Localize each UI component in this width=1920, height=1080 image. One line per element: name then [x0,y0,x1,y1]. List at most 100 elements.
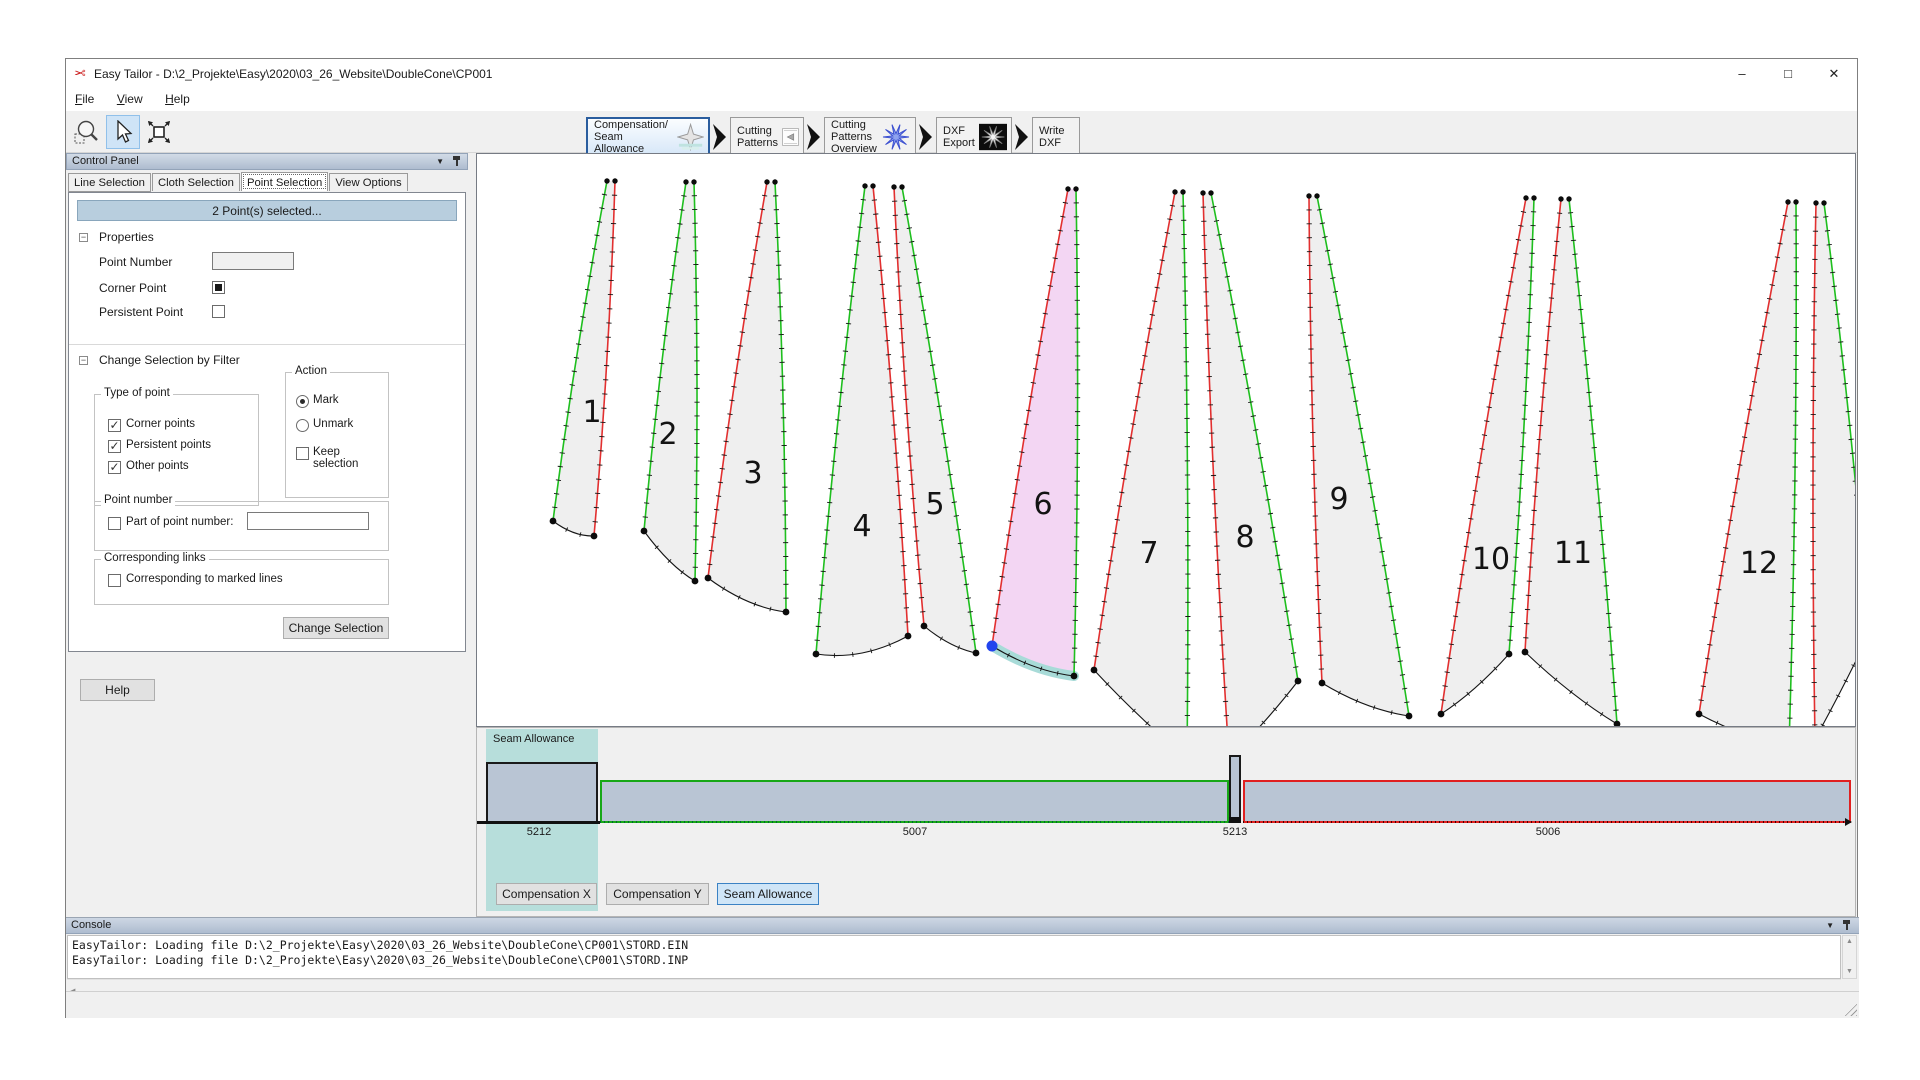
point-marker[interactable] [1306,193,1311,198]
point-marker[interactable] [921,623,928,630]
point-marker[interactable] [1566,196,1571,201]
piece-body[interactable] [644,182,697,581]
point-marker[interactable] [1438,711,1445,718]
fit-view-tool-button[interactable] [142,115,176,149]
point-marker[interactable] [1793,199,1798,204]
console-log[interactable]: EasyTailor: Loading file D:\2_Projekte\E… [67,935,1841,979]
point-marker[interactable] [1506,651,1513,658]
pattern-piece-3[interactable]: 3 [705,179,790,615]
point-marker[interactable] [1813,200,1818,205]
point-marker[interactable] [783,609,790,616]
keep-selection-checkbox[interactable] [296,447,309,460]
point-marker[interactable] [1073,186,1078,191]
seam-bar-5213[interactable] [1229,755,1241,823]
pattern-piece-2[interactable]: 2 [641,179,700,584]
point-marker[interactable] [705,575,712,582]
control-panel-header[interactable]: Control Panel ▼ [66,153,468,170]
pin-icon[interactable] [1842,920,1851,931]
tab-compensation-y[interactable]: Compensation Y [606,883,709,905]
pattern-piece-11[interactable]: 11 [1522,196,1621,726]
tab-point-selection[interactable]: Point Selection [241,172,328,191]
point-marker[interactable] [1295,678,1302,685]
console-header[interactable]: Console ▼ [66,918,1859,934]
point-marker[interactable] [1172,189,1177,194]
scroll-up-icon[interactable]: ▲ [1843,936,1856,948]
point-marker[interactable] [1065,186,1070,191]
corresponding-to-marked-lines-checkbox[interactable] [108,574,121,587]
seam-bar-5006[interactable] [1243,780,1851,823]
tab-compensation-x[interactable]: Compensation X [496,883,597,905]
chevron-down-icon[interactable]: ▼ [1826,921,1834,931]
tab-seam-allowance[interactable]: Seam Allowance [717,883,819,905]
corner-points-checkbox[interactable] [108,419,121,432]
point-marker[interactable] [1696,711,1703,718]
point-marker[interactable] [1406,713,1413,720]
point-marker[interactable] [891,184,896,189]
point-marker[interactable] [612,178,617,183]
workflow-step-write-dxf[interactable]: Write DXF [1032,117,1080,157]
menu-help[interactable]: Help [156,89,199,106]
point-marker[interactable] [1319,680,1326,687]
unmark-radio[interactable] [296,419,309,432]
point-marker[interactable] [764,179,769,184]
menu-view[interactable]: View [108,89,152,106]
pattern-piece-12[interactable]: 12 [1696,199,1799,726]
piece-body[interactable] [1525,199,1617,724]
workflow-step-compensation[interactable]: Compensation/ Seam Allowance [586,117,710,157]
tab-view-options[interactable]: View Options [329,173,407,191]
point-marker[interactable] [973,650,980,657]
point-marker[interactable] [691,179,696,184]
workflow-step-cutting-patterns[interactable]: Cutting Patterns [730,117,804,157]
tab-cloth-selection[interactable]: Cloth Selection [152,173,240,191]
point-marker[interactable] [1091,667,1098,674]
point-marker[interactable] [772,179,777,184]
pattern-piece-1[interactable]: 1 [550,178,618,539]
part-of-point-number-field[interactable] [247,512,369,530]
minimize-button[interactable]: – [1719,59,1765,89]
corner-point-checkbox[interactable] [212,281,225,294]
piece-body[interactable] [894,187,976,653]
point-marker[interactable] [1531,195,1536,200]
point-marker[interactable] [1785,199,1790,204]
console-horizontal-scrollbar[interactable]: ◀ [67,979,1841,991]
point-marker[interactable] [1071,673,1078,680]
piece-body[interactable] [1094,192,1188,726]
point-marker[interactable] [683,179,688,184]
part-of-point-number-checkbox[interactable] [108,517,121,530]
scroll-down-icon[interactable]: ▼ [1843,966,1856,978]
help-button[interactable]: Help [80,679,155,701]
other-points-checkbox[interactable] [108,461,121,474]
piece-body[interactable] [1309,196,1409,716]
point-marker[interactable] [641,528,648,535]
point-marker[interactable] [604,178,609,183]
persistent-points-checkbox[interactable] [108,440,121,453]
menu-file[interactable]: File [66,89,103,106]
workflow-step-dxf-export[interactable]: DXF Export [936,117,1012,157]
persistent-point-checkbox[interactable] [212,305,225,318]
console-vertical-scrollbar[interactable]: ▲ ▼ [1842,935,1857,979]
point-marker[interactable] [1314,193,1319,198]
selected-point-marker[interactable] [987,641,998,652]
point-marker[interactable] [905,633,912,640]
point-marker[interactable] [1522,649,1529,656]
point-marker[interactable] [1558,196,1563,201]
point-marker[interactable] [1821,200,1826,205]
tab-line-selection[interactable]: Line Selection [68,173,151,191]
workflow-step-patterns-overview[interactable]: Cutting Patterns Overview [824,117,916,157]
point-marker[interactable] [1180,189,1185,194]
point-marker[interactable] [1523,195,1528,200]
point-marker[interactable] [899,184,904,189]
pattern-canvas[interactable]: 123456789101112 [476,153,1856,727]
pattern-piece-7[interactable]: 7 [1091,189,1191,726]
maximize-button[interactable]: □ [1765,59,1811,89]
pattern-canvas-svg[interactable]: 123456789101112 [477,154,1855,726]
pattern-piece-partial[interactable] [1810,200,1855,726]
piece-body[interactable] [1699,202,1796,726]
pattern-piece-8[interactable]: 8 [1200,190,1301,726]
seam-bar-5007[interactable] [600,780,1229,823]
piece-body[interactable] [553,181,615,536]
pin-icon[interactable] [452,156,461,167]
point-marker[interactable] [862,183,867,188]
point-marker[interactable] [813,651,820,658]
resize-grip[interactable] [1843,1002,1857,1016]
